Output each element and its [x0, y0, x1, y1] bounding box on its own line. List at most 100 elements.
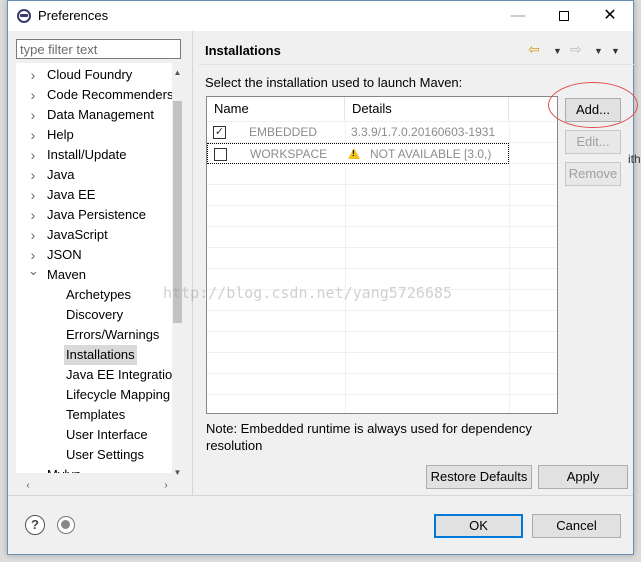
grid-line — [207, 373, 557, 374]
tree-item-label: User Interface — [66, 427, 148, 442]
tree-item[interactable]: ⌄ Maven — [16, 263, 172, 285]
eclipse-app-icon — [17, 9, 31, 23]
edit-button[interactable]: Edit... — [565, 130, 621, 154]
row-checkbox[interactable] — [214, 148, 227, 161]
tree-item-label: Discovery — [66, 307, 124, 322]
chevron-right-icon[interactable]: › — [28, 85, 38, 105]
remove-button[interactable]: Remove — [565, 162, 621, 186]
restore-defaults-button[interactable]: Restore Defaults — [426, 465, 532, 489]
chevron-right-icon[interactable]: › — [28, 165, 38, 185]
column-header-name[interactable]: Name — [207, 97, 345, 121]
background-window-text: ith — [628, 152, 641, 166]
scroll-thumb[interactable] — [173, 101, 182, 323]
title-bar[interactable]: Preferences — ✕ — [8, 1, 633, 31]
back-dropdown-icon[interactable]: ▼ — [553, 46, 562, 56]
preferences-dialog: Preferences — ✕ › Cloud Foundry › Code Reco… — [7, 0, 638, 555]
tree-item-label: Data Management — [47, 107, 154, 122]
tree-item-label: Templates — [66, 407, 126, 422]
tree-item[interactable]: › Cloud Foundry — [16, 65, 172, 85]
tree-item[interactable]: › JSON — [16, 245, 172, 265]
scroll-left-icon[interactable]: ‹ — [22, 479, 34, 492]
chevron-right-icon[interactable]: › — [28, 105, 38, 125]
maximize-icon — [559, 11, 569, 22]
tree-item[interactable]: Errors/Warnings — [16, 325, 172, 345]
tree-item[interactable]: Templates — [16, 405, 172, 425]
chevron-right-icon[interactable]: › — [28, 185, 38, 205]
chevron-down-icon[interactable]: ⌄ — [28, 261, 39, 281]
tree-item[interactable]: Archetypes — [16, 285, 172, 305]
tree-item-label: Java Persistence — [47, 207, 146, 222]
tree-item[interactable]: › Mylyn — [16, 465, 172, 473]
installation-name: EMBEDDED — [249, 125, 318, 139]
installation-details: 3.3.9/1.7.0.20160603-1931 — [351, 125, 496, 139]
add-button[interactable]: Add... — [565, 98, 621, 122]
preference-recorder-icon[interactable] — [57, 516, 75, 534]
pane-divider[interactable] — [192, 31, 193, 495]
tree-item-label: Archetypes — [66, 287, 132, 302]
ok-button[interactable]: OK — [434, 514, 523, 538]
warning-icon — [348, 148, 360, 159]
column-header-details[interactable]: Details — [345, 97, 509, 121]
scroll-up-icon[interactable]: ▲ — [172, 67, 183, 79]
view-menu-icon[interactable]: ▼ — [611, 46, 620, 56]
minimize-button[interactable]: — — [495, 1, 541, 31]
help-icon[interactable]: ? — [25, 515, 45, 535]
back-arrow-icon[interactable]: ⇦ — [528, 41, 540, 58]
scroll-right-icon[interactable]: › — [160, 479, 172, 492]
tree-item[interactable]: › Java Persistence — [16, 205, 172, 225]
tree-item[interactable]: Java EE Integration — [16, 365, 172, 385]
tree-item[interactable]: › Java — [16, 165, 172, 185]
tree-item-label: Installations — [64, 345, 137, 365]
tree-horizontal-scrollbar[interactable]: ‹ › — [16, 479, 172, 492]
chevron-right-icon[interactable]: › — [28, 225, 38, 245]
tree-item[interactable]: User Settings — [16, 445, 172, 465]
grid-line — [207, 205, 557, 206]
tree-item-label: Java — [47, 167, 75, 182]
grid-line — [207, 289, 557, 290]
tree-item[interactable]: Lifecycle Mapping — [16, 385, 172, 405]
installation-name: WORKSPACE — [250, 147, 328, 161]
chevron-right-icon[interactable]: › — [28, 125, 38, 145]
grid-line — [207, 352, 557, 353]
table-row[interactable]: WORKSPACE NOT AVAILABLE [3.0,) — [207, 143, 509, 164]
tree-item-label: Lifecycle Mapping — [66, 387, 171, 402]
tree-item[interactable]: › Code Recommenders — [16, 85, 172, 105]
forward-arrow-icon[interactable]: ⇨ — [570, 41, 582, 58]
maximize-button[interactable] — [541, 1, 587, 31]
tree-item[interactable]: Discovery — [16, 305, 172, 325]
tree-item[interactable]: › Install/Update — [16, 145, 172, 165]
tree-item-label: Errors/Warnings — [66, 327, 160, 342]
tree-item-label: Java EE Integration — [66, 367, 172, 382]
grid-line — [207, 394, 557, 395]
tree-item[interactable]: › Data Management — [16, 105, 172, 125]
apply-button[interactable]: Apply — [538, 465, 628, 489]
tree-item-label: Help — [47, 127, 74, 142]
tree-item[interactable]: › JavaScript — [16, 225, 172, 245]
chevron-right-icon[interactable]: › — [28, 65, 38, 85]
chevron-right-icon[interactable]: › — [28, 465, 38, 473]
tree-item[interactable]: › Java EE — [16, 185, 172, 205]
tree-item[interactable]: › Help — [16, 125, 172, 145]
tree-item-label: Maven — [47, 267, 87, 282]
tree-vertical-scrollbar[interactable]: ▲ ▼ — [172, 63, 183, 479]
grid-line — [207, 331, 557, 332]
tree-item[interactable]: Installations — [16, 345, 172, 365]
filter-input[interactable] — [16, 39, 181, 59]
cancel-button[interactable]: Cancel — [532, 514, 621, 538]
table-row[interactable]: ✓ EMBEDDED 3.3.9/1.7.0.20160603-1931 — [207, 122, 509, 143]
tree-item-label: Mylyn — [47, 465, 81, 473]
tree-item[interactable]: User Interface — [16, 425, 172, 445]
tree-item-label: JavaScript — [47, 227, 108, 242]
close-button[interactable]: ✕ — [587, 1, 633, 31]
grid-line — [207, 268, 557, 269]
footer-separator — [8, 495, 633, 496]
row-checkbox[interactable]: ✓ — [213, 126, 226, 139]
window-title: Preferences — [38, 8, 109, 23]
chevron-right-icon[interactable]: › — [28, 205, 38, 225]
installations-table: Name Details ✓ EMBEDDED 3.3.9/1.7.0.2016… — [206, 96, 558, 414]
grid-line — [207, 184, 557, 185]
chevron-right-icon[interactable]: › — [28, 145, 38, 165]
grid-line — [207, 310, 557, 311]
scroll-down-icon[interactable]: ▼ — [172, 467, 183, 479]
forward-dropdown-icon[interactable]: ▼ — [594, 46, 603, 56]
